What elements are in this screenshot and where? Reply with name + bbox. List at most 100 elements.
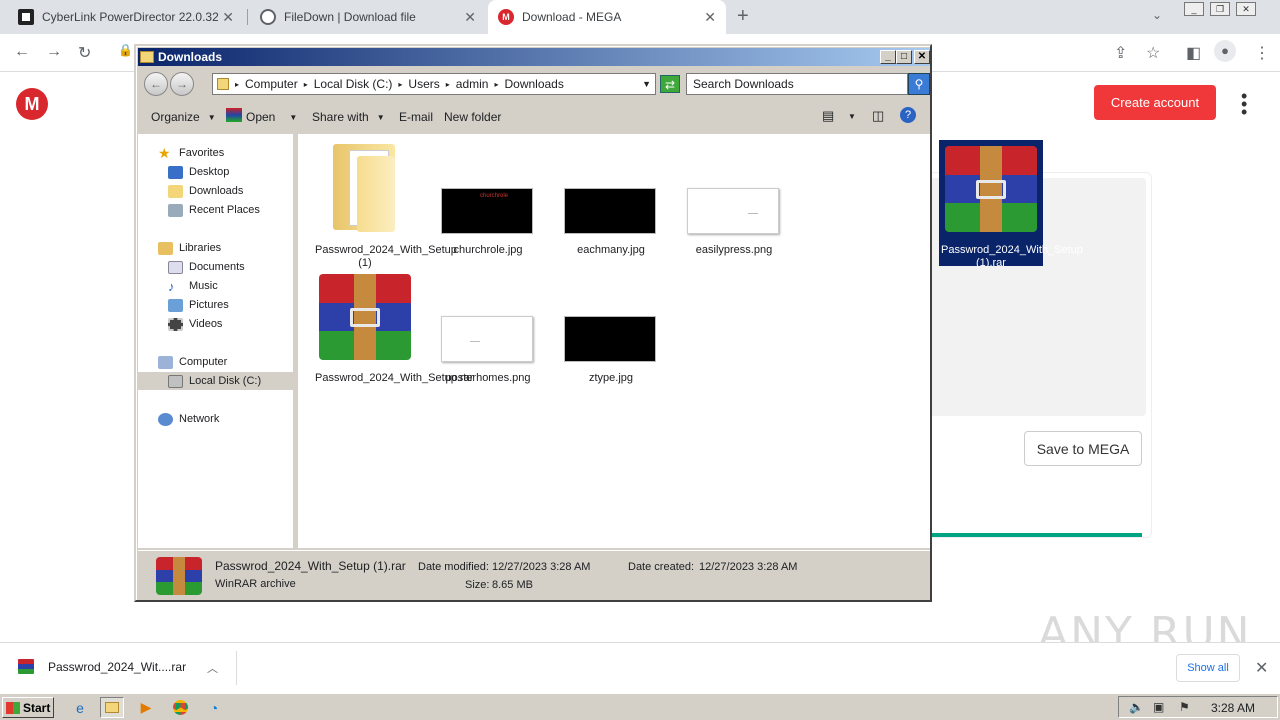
star-icon: ★: [158, 144, 171, 161]
file-item-eachmany[interactable]: eachmany.jpg: [559, 140, 663, 266]
nav-libraries[interactable]: Libraries: [158, 239, 314, 257]
details-file-name: Passwrod_2024_With_Setup (1).rar: [215, 559, 406, 573]
date-modified-label: Date modified:: [418, 561, 489, 573]
nav-label: Network: [179, 413, 220, 425]
chevron-down-icon: ▼: [289, 112, 298, 122]
menu-icon[interactable]: ⋮: [1254, 43, 1270, 63]
reload-icon[interactable]: ↻: [78, 43, 91, 63]
start-button[interactable]: Start: [2, 697, 54, 718]
folder-icon: [140, 51, 154, 63]
thumbnail-text: churchrole: [480, 193, 509, 199]
flag-icon[interactable]: ⚑: [1179, 700, 1190, 714]
close-icon[interactable]: ✕: [464, 9, 476, 26]
file-name: Passwrod_2024_With_Setup (1): [315, 244, 457, 269]
nav-computer[interactable]: Computer: [158, 353, 314, 371]
volume-icon[interactable]: 🔈: [1129, 700, 1144, 714]
lock-icon[interactable]: 🔒: [118, 43, 133, 57]
navigation-pane: ★ Favorites Desktop Downloads Recent Plac…: [138, 134, 296, 548]
file-item-folder[interactable]: Passwrod_2024_With_Setup (1): [313, 140, 457, 269]
file-item-ztype[interactable]: ztype.jpg: [559, 268, 663, 394]
tab-cyberlink[interactable]: CyberLink PowerDirector 22.0.3215 ✕: [8, 0, 244, 34]
pictures-icon: [168, 298, 183, 312]
tab-filedown[interactable]: FileDown | Download file ✕: [250, 0, 486, 34]
download-item[interactable]: Passwrod_2024_Wit....rar: [18, 659, 186, 674]
minimize-button[interactable]: _: [880, 50, 896, 64]
breadcrumb-users[interactable]: Users: [408, 77, 439, 91]
chevron-up-icon[interactable]: ︿: [207, 660, 218, 676]
breadcrumb-downloads[interactable]: Downloads: [504, 77, 563, 91]
close-icon[interactable]: ✕: [1255, 658, 1268, 678]
nav-local-disk[interactable]: Local Disk (C:): [138, 372, 294, 390]
restore-button[interactable]: ❐: [1210, 2, 1230, 16]
file-item-churchrole[interactable]: churchrole churchrole.jpg: [436, 140, 540, 266]
winrar-icon: [945, 146, 1037, 232]
share-icon[interactable]: ⇪: [1114, 43, 1127, 63]
details-file-type: WinRAR archive: [215, 578, 296, 590]
chevron-right-icon: ▸: [445, 79, 450, 89]
back-icon[interactable]: ←: [14, 43, 30, 61]
view-icon[interactable]: ▤: [822, 108, 834, 124]
close-window-button[interactable]: ✕: [1236, 2, 1256, 16]
file-item-rar[interactable]: Passwrod_2024_With_Setup.rar: [313, 268, 474, 394]
share-with-label: Share with: [312, 110, 369, 124]
documents-icon: [168, 260, 183, 274]
help-icon[interactable]: ?: [900, 107, 916, 123]
refresh-icon[interactable]: ⇄: [660, 75, 680, 93]
preview-pane-icon[interactable]: ◫: [872, 108, 884, 124]
more-menu-icon[interactable]: • • •: [1241, 87, 1247, 121]
chevron-down-icon[interactable]: ▼: [848, 112, 856, 121]
file-name: Passwrod_2024_With_Setup.rar: [315, 372, 474, 384]
address-bar[interactable]: ▸ Computer ▸ Local Disk (C:) ▸ Users ▸ a…: [212, 73, 656, 95]
folder-icon: [333, 140, 395, 234]
mega-logo[interactable]: M: [16, 88, 48, 120]
nav-label: Recent Places: [189, 204, 260, 216]
media-player-icon[interactable]: ▶: [134, 697, 158, 718]
breadcrumb-admin[interactable]: admin: [456, 77, 489, 91]
sidepanel-icon[interactable]: ◧: [1186, 43, 1201, 63]
file-name: churchrole.jpg: [453, 244, 523, 256]
tab-title: Download - MEGA: [522, 10, 622, 24]
new-folder-button[interactable]: New folder: [444, 110, 501, 124]
close-icon[interactable]: ✕: [222, 9, 234, 26]
ie-icon[interactable]: e: [68, 697, 92, 718]
show-all-button[interactable]: Show all: [1176, 654, 1240, 682]
minimize-button[interactable]: _: [1184, 2, 1204, 16]
download-bar: Passwrod_2024_Wit....rar ︿ Show all ✕: [0, 642, 1280, 692]
forward-icon[interactable]: →: [46, 43, 62, 61]
share-with-button[interactable]: Share with ▼: [312, 110, 385, 124]
search-input[interactable]: Search Downloads: [686, 73, 908, 95]
title-bar[interactable]: Downloads _ □ ✕: [138, 48, 930, 66]
save-to-mega-button[interactable]: Save to MEGA: [1024, 431, 1142, 466]
star-icon[interactable]: ☆: [1146, 43, 1160, 63]
new-tab-button[interactable]: +: [737, 5, 749, 28]
chevron-down-icon[interactable]: ▼: [642, 79, 651, 89]
open-button[interactable]: Open ▼: [246, 110, 297, 124]
maximize-button[interactable]: □: [896, 50, 912, 64]
file-item-easilypress[interactable]: easilypress.png: [682, 140, 786, 266]
edge-icon[interactable]: ◔: [202, 697, 226, 718]
back-icon[interactable]: ←: [144, 72, 168, 96]
create-account-button[interactable]: Create account: [1094, 85, 1216, 120]
close-button[interactable]: ✕: [914, 50, 930, 64]
nav-favorites[interactable]: ★ Favorites: [158, 144, 314, 162]
close-icon[interactable]: ✕: [704, 9, 716, 26]
tab-mega[interactable]: M Download - MEGA ✕: [488, 0, 726, 34]
taskbar: Start e ▶ ◔ 🔈 ▣ ⚑ 3:28 AM: [0, 693, 1280, 720]
clock: 3:28 AM: [1211, 701, 1256, 715]
forward-icon[interactable]: →: [170, 72, 194, 96]
nav-network[interactable]: Network: [158, 410, 314, 428]
chevron-down-icon[interactable]: ⌄: [1152, 8, 1162, 22]
email-button[interactable]: E-mail: [399, 110, 433, 124]
file-item-rar-selected[interactable]: Passwrod_2024_With_Setup (1).rar: [939, 140, 1083, 269]
profile-icon[interactable]: ●: [1214, 40, 1236, 62]
network-icon[interactable]: ▣: [1153, 700, 1164, 714]
chevron-right-icon: ▸: [235, 79, 240, 89]
breadcrumb-local-disk[interactable]: Local Disk (C:): [314, 77, 393, 91]
explorer-taskbar-icon[interactable]: [100, 697, 124, 718]
breadcrumb-computer[interactable]: Computer: [245, 77, 298, 91]
file-item-posterhomes[interactable]: posterhomes.png: [436, 268, 540, 394]
search-icon[interactable]: ⚲: [908, 73, 930, 95]
chrome-icon[interactable]: [168, 697, 192, 718]
organize-button[interactable]: Organize ▼: [151, 110, 216, 124]
tab-title: CyberLink PowerDirector 22.0.3215: [42, 10, 218, 24]
